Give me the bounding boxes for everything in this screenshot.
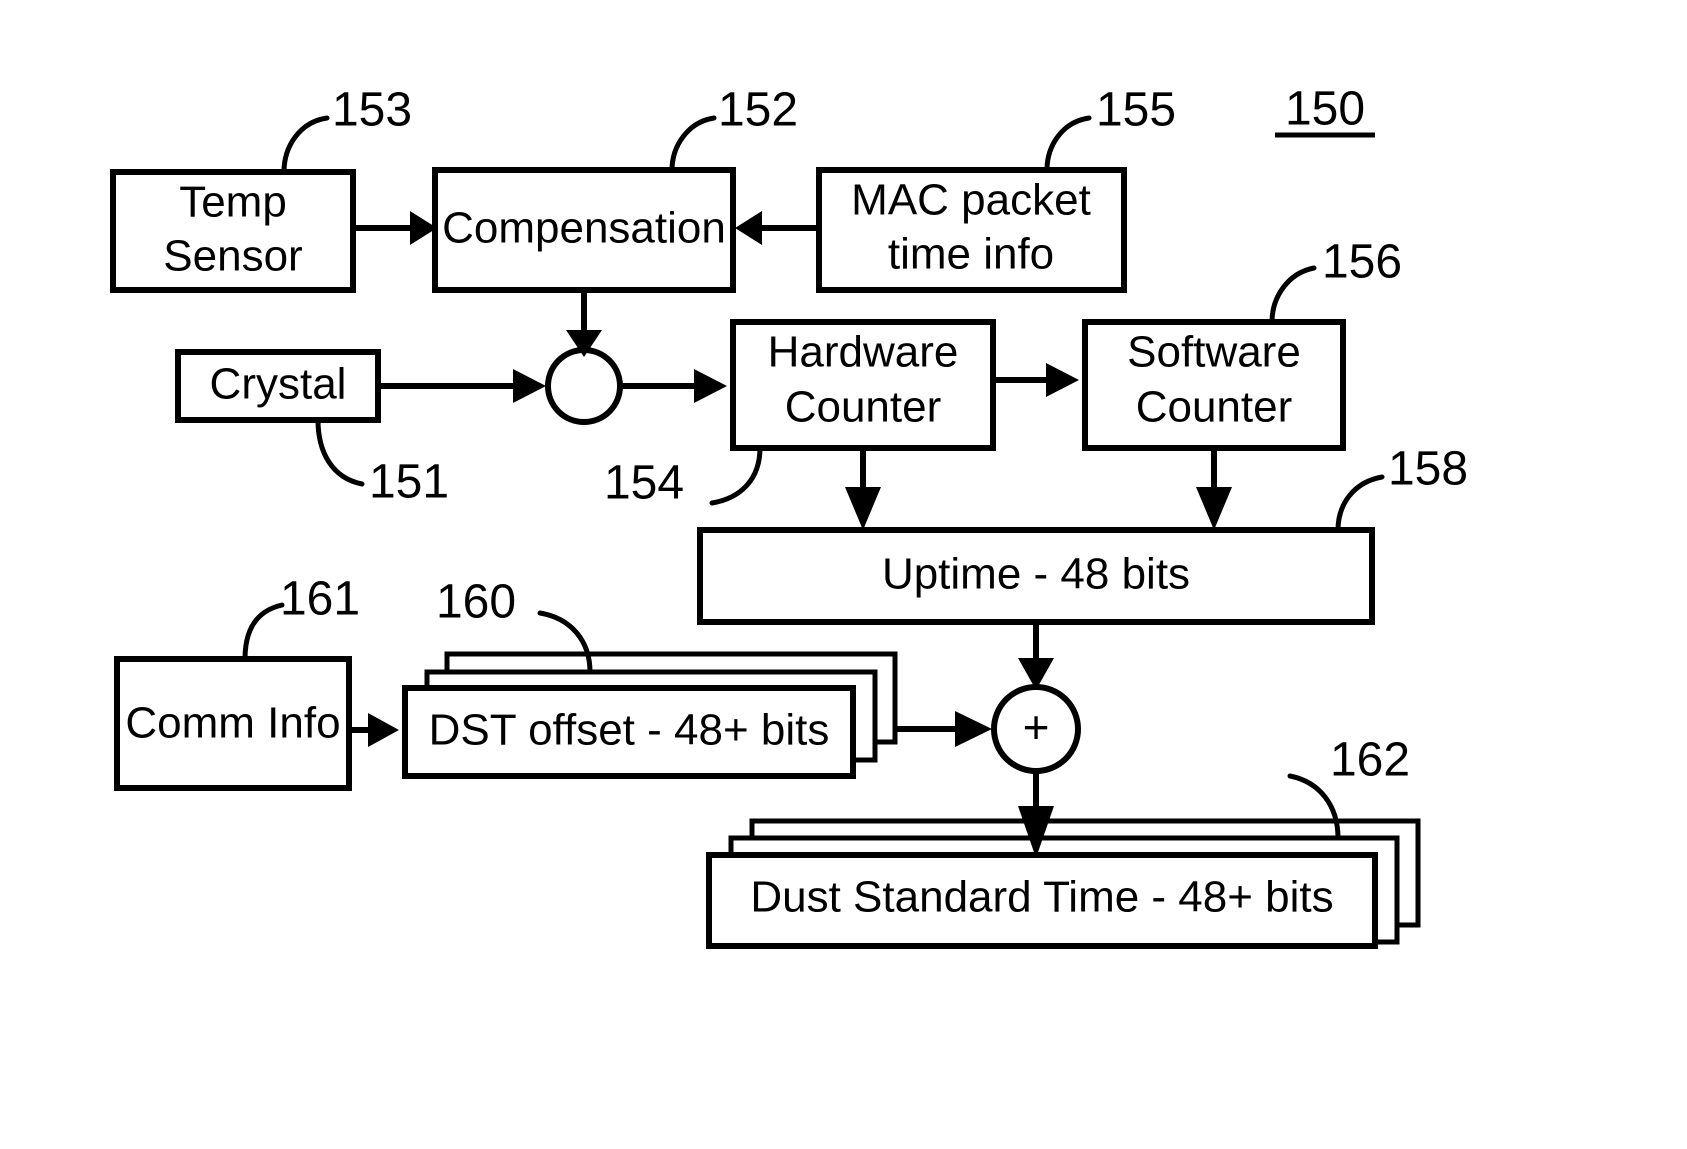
ref-number-156: 156	[1322, 236, 1402, 289]
ref-number-162: 162	[1330, 734, 1410, 787]
connector-uptime-to-adder	[1018, 622, 1054, 690]
block-temp-sensor[interactable]: Temp Sensor	[110, 169, 356, 293]
block-comm-info[interactable]: Comm Info	[114, 656, 352, 791]
ref-leader-156: 156	[1269, 236, 1402, 325]
block-adder[interactable]: +	[991, 684, 1081, 774]
block-mac-packet-time-info[interactable]: MAC packet time info	[816, 167, 1127, 293]
ref-number-158: 158	[1388, 443, 1468, 496]
connector-node-to-hardware-counter	[620, 369, 727, 403]
ref-leader-153: 153	[281, 84, 412, 175]
mac-packet-label-line1: MAC packet	[851, 176, 1091, 225]
ref-leader-154: 154	[604, 445, 763, 510]
ref-leader-161: 161	[242, 573, 360, 662]
ref-number-151: 151	[369, 456, 449, 509]
ref-leader-152: 152	[669, 84, 798, 173]
connector-comm-info-to-dst-offset	[349, 713, 399, 747]
leader-line-152	[669, 115, 717, 173]
summing-node-circle[interactable]	[545, 347, 623, 425]
leader-line-155	[1044, 115, 1092, 173]
adder-plus-icon: +	[1023, 701, 1050, 753]
ref-leader-151: 151	[315, 417, 449, 509]
ref-leader-155: 155	[1044, 84, 1176, 173]
comm-info-label: Comm Info	[125, 699, 340, 748]
connector-dst-offset-to-adder	[895, 711, 992, 747]
leader-line-154	[709, 445, 763, 506]
figure-number-label: 150	[1285, 83, 1365, 136]
crystal-label: Crystal	[210, 360, 347, 409]
uptime-label: Uptime - 48 bits	[882, 550, 1190, 599]
block-hardware-counter[interactable]: Hardware Counter	[730, 319, 996, 451]
block-summing-node[interactable]	[545, 347, 623, 425]
temp-sensor-label-line2: Sensor	[163, 232, 302, 281]
temp-sensor-label-line1: Temp	[179, 178, 287, 227]
block-crystal[interactable]: Crystal	[175, 349, 381, 423]
leader-line-161	[242, 602, 285, 662]
ref-number-155: 155	[1096, 84, 1176, 137]
connector-temp-to-compensation	[353, 211, 437, 245]
block-dust-standard-time[interactable]: Dust Standard Time - 48+ bits	[706, 818, 1421, 949]
connector-software-counter-to-uptime	[1196, 448, 1232, 530]
software-counter-label-line2: Counter	[1136, 383, 1293, 432]
ref-number-161: 161	[280, 573, 360, 626]
ref-number-153: 153	[332, 84, 412, 137]
dst-offset-label: DST offset - 48+ bits	[429, 706, 830, 755]
figure-number-150: 150	[1275, 83, 1375, 138]
dust-standard-time-label: Dust Standard Time - 48+ bits	[750, 873, 1333, 922]
leader-line-158	[1335, 474, 1385, 533]
connector-hardware-counter-to-uptime	[845, 448, 881, 530]
connector-hardware-to-software-counter	[993, 363, 1079, 397]
block-uptime[interactable]: Uptime - 48 bits	[697, 527, 1375, 625]
connector-compensation-to-node	[566, 290, 602, 357]
leader-line-153	[281, 115, 330, 175]
connector-mac-to-compensation	[735, 211, 819, 245]
block-dst-offset[interactable]: DST offset - 48+ bits	[402, 651, 898, 779]
compensation-label: Compensation	[442, 204, 726, 253]
hardware-counter-label-line1: Hardware	[768, 328, 959, 377]
ref-number-160: 160	[436, 576, 516, 629]
hardware-counter-label-line2: Counter	[785, 383, 942, 432]
mac-packet-label-line2: time info	[888, 230, 1054, 279]
block-compensation[interactable]: Compensation	[432, 167, 736, 293]
connector-crystal-to-node	[378, 369, 546, 403]
block-software-counter[interactable]: Software Counter	[1082, 319, 1346, 451]
software-counter-label-line1: Software	[1127, 328, 1301, 377]
leader-line-151	[315, 417, 365, 487]
ref-leader-158: 158	[1335, 443, 1468, 533]
figure-canvas: 150 Temp Sensor 153 Compensation 152 MAC…	[0, 0, 1687, 1149]
ref-number-152: 152	[718, 84, 798, 137]
leader-line-156	[1269, 265, 1317, 325]
ref-number-154: 154	[604, 457, 684, 510]
